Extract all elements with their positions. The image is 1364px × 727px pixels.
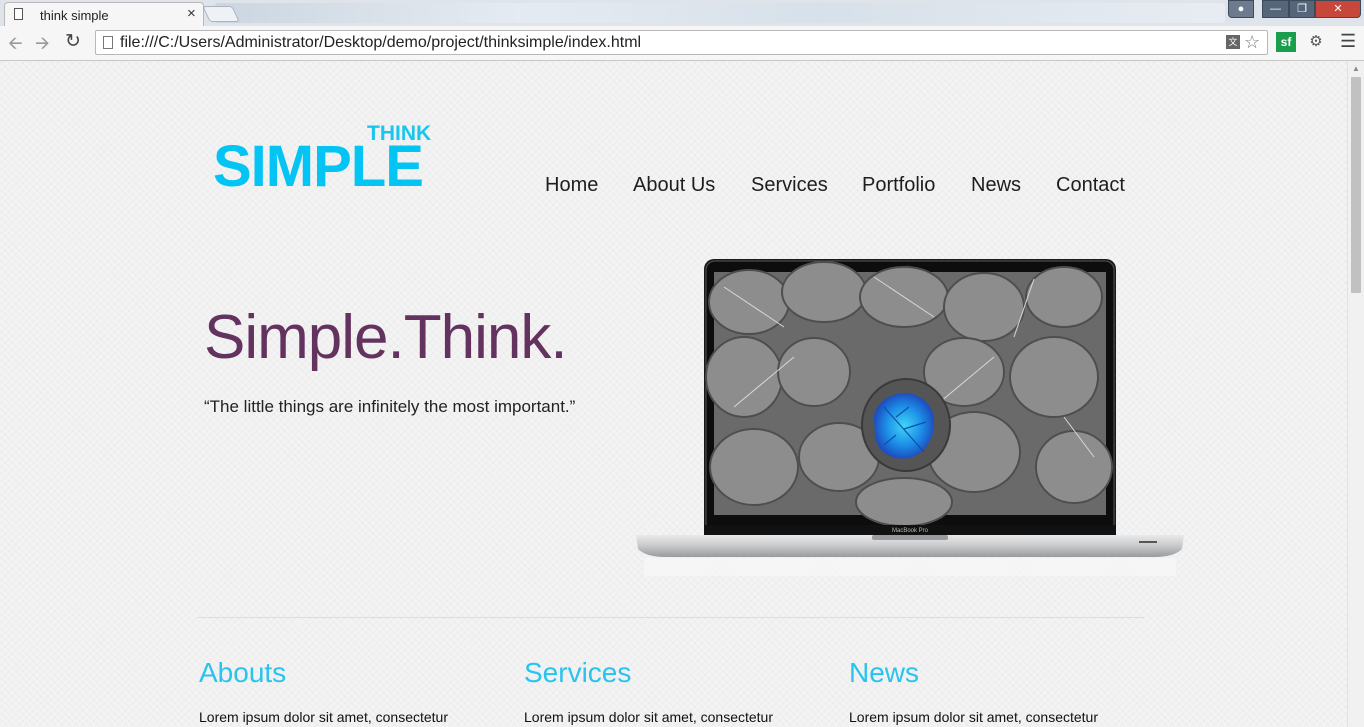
nav-about-us[interactable]: About Us: [633, 174, 715, 197]
hero-title: Simple.Think.: [204, 303, 568, 372]
scroll-thumb[interactable]: [1351, 77, 1361, 293]
puzzle-icon[interactable]: ⚙: [1306, 32, 1326, 52]
page-icon: [14, 8, 23, 20]
translate-icon[interactable]: 文: [1226, 35, 1240, 49]
forward-icon[interactable]: 🡪: [35, 31, 50, 61]
laptop-brand-label: MacBook Pro: [892, 528, 929, 534]
scroll-up-icon[interactable]: ▲: [1352, 64, 1360, 73]
section-divider: [198, 617, 1144, 618]
vertical-scrollbar[interactable]: ▲: [1347, 61, 1364, 727]
nav-home[interactable]: Home: [545, 174, 598, 197]
browser-toolbar: 🡨 🡪 ↻ file:///C:/Users/Administrator/Des…: [0, 26, 1364, 61]
abouts-heading: Abouts: [199, 657, 287, 688]
nav-news[interactable]: News: [971, 174, 1021, 197]
reload-icon[interactable]: ↻: [65, 30, 81, 53]
extension-sf-button[interactable]: sf: [1276, 32, 1296, 52]
tab-think-simple[interactable]: think simple ×: [4, 2, 204, 26]
menu-icon[interactable]: ☰: [1340, 31, 1356, 52]
hero-quote: “The little things are infinitely the mo…: [204, 397, 576, 416]
minimize-button[interactable]: —: [1262, 0, 1289, 18]
url-text[interactable]: file:///C:/Users/Administrator/Desktop/d…: [120, 34, 641, 52]
tab-strip: think simple × ● — ❐ ✕: [0, 0, 1364, 26]
address-bar[interactable]: file:///C:/Users/Administrator/Desktop/d…: [95, 30, 1268, 55]
nav-portfolio[interactable]: Portfolio: [862, 174, 935, 197]
logo-simple-text[interactable]: SIMPLE: [213, 137, 424, 197]
close-tab-icon[interactable]: ×: [187, 5, 196, 22]
other-tabs-blurred: [215, 3, 1225, 23]
abouts-text: Lorem ipsum dolor sit amet, consectetur: [199, 709, 448, 725]
close-window-button[interactable]: ✕: [1315, 0, 1361, 18]
nav-contact[interactable]: Contact: [1056, 174, 1125, 197]
news-heading: News: [849, 657, 920, 688]
star-icon[interactable]: ☆: [1244, 32, 1260, 53]
back-icon[interactable]: 🡨: [8, 31, 23, 61]
laptop-image: MacBook Pro: [636, 259, 1184, 576]
user-icon[interactable]: ●: [1228, 0, 1254, 18]
news-text: Lorem ipsum dolor sit amet, consectetur: [849, 709, 1098, 725]
page-icon: [103, 36, 113, 49]
nav-services[interactable]: Services: [751, 174, 828, 197]
maximize-button[interactable]: ❐: [1289, 0, 1315, 18]
page-viewport: THINK SIMPLE Home About Us Services Port…: [0, 61, 1347, 727]
services-heading: Services: [524, 657, 632, 688]
tab-title: think simple: [40, 8, 109, 23]
services-text: Lorem ipsum dolor sit amet, consectetur: [524, 709, 773, 725]
